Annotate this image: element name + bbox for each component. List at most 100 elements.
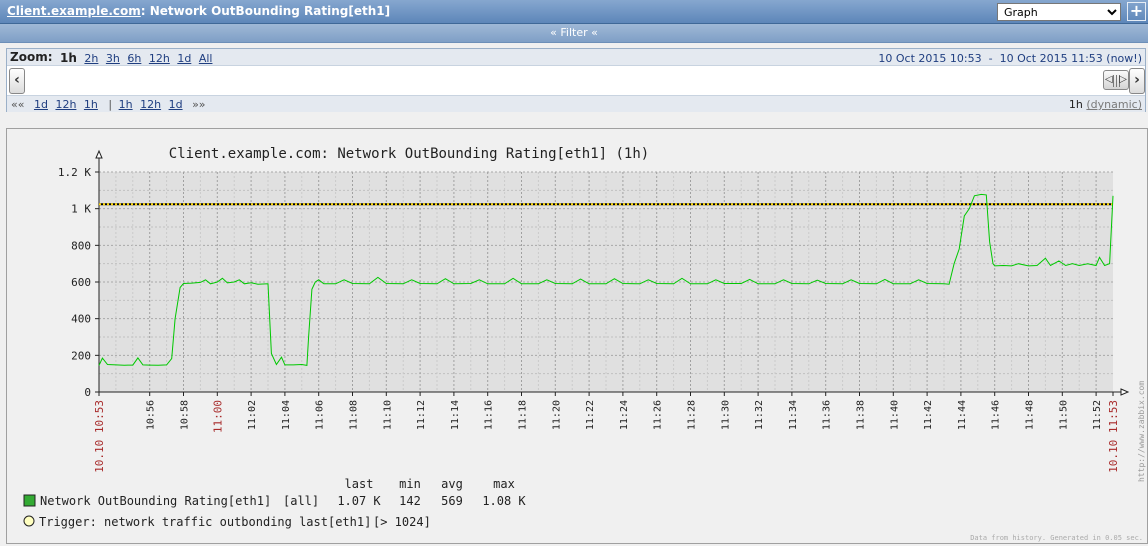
period-length: 1h [1068, 98, 1083, 111]
x-tick-label: 11:44 [957, 400, 968, 430]
scroll-left-button[interactable]: ‹ [9, 68, 25, 94]
x-tick-label: 11:06 [315, 400, 326, 430]
x-tick-label: 10:56 [146, 400, 157, 430]
legend-value-max: 1.08 K [482, 494, 526, 508]
period-range: 10 Oct 2015 10:53 - 10 Oct 2015 11:53 (n… [878, 52, 1142, 65]
page-title: Client.example.com: Network OutBounding … [7, 4, 390, 18]
zoom-row: Zoom: 1h 2h 3h 6h 12h 1d All 10 Oct 2015… [7, 49, 1145, 66]
legend-trigger-label: Trigger: network traffic outbonding last… [39, 515, 371, 529]
back-1h-link[interactable]: 1h [84, 98, 98, 111]
x-tick-label: 11:30 [720, 400, 731, 430]
x-tick-label: 11:16 [484, 400, 495, 430]
x-tick-label: 11:22 [585, 400, 596, 430]
legend-header-last: last [345, 477, 374, 491]
fwd-12h-link[interactable]: 12h [140, 98, 161, 111]
legend-trigger-condition: [> 1024] [373, 515, 431, 529]
zoom-2h[interactable]: 2h [84, 52, 98, 65]
period-from: 10 Oct 2015 10:53 [878, 52, 982, 65]
x-tick-label: 11:08 [349, 400, 360, 430]
zoom-6h[interactable]: 6h [127, 52, 141, 65]
back-12h-link[interactable]: 12h [55, 98, 76, 111]
now-link[interactable]: (now!) [1106, 52, 1142, 65]
y-axis-arrow-icon [95, 149, 103, 159]
legend-series-name: Network OutBounding Rating[eth1] [40, 494, 271, 508]
dynamic-toggle[interactable]: (dynamic) [1086, 98, 1142, 111]
x-tick-label: 11:18 [518, 400, 529, 430]
x-tick-label: 10.10 11:53 [1107, 400, 1120, 473]
x-tick-label: 11:40 [889, 400, 900, 430]
fwd-1h-link[interactable]: 1h [119, 98, 133, 111]
x-tick-label: 11:36 [822, 400, 833, 430]
x-tick-label: 11:28 [687, 400, 698, 430]
x-tick-label: 10.10 10:53 [93, 400, 106, 473]
add-favourite-button[interactable]: + [1127, 2, 1146, 21]
period-to: 10 Oct 2015 11:53 [999, 52, 1103, 65]
zoom-links: 1h 2h 3h 6h 12h 1d All [60, 51, 216, 65]
chevron-right-icon: › [1134, 72, 1140, 88]
period-nav-row: «« 1d 12h 1h | 1h 12h 1d »» 1h (dynamic) [7, 95, 1145, 112]
graph-chart[interactable]: Client.example.com: Network OutBounding … [7, 129, 1147, 543]
title-text: : Network OutBounding Rating[eth1] [140, 4, 391, 18]
x-tick-label: 11:00 [211, 400, 224, 433]
x-tick-label: 11:04 [281, 400, 292, 430]
legend-header-avg: avg [441, 477, 463, 491]
zoom-1d[interactable]: 1d [177, 52, 191, 65]
fwd-1d-link[interactable]: 1d [169, 98, 183, 111]
y-tick-label: 800 [71, 239, 91, 252]
zoom-label: Zoom: [10, 50, 53, 64]
x-tick-label: 11:10 [382, 400, 393, 430]
x-tick-label: 11:26 [653, 400, 664, 430]
x-tick-label: 11:20 [551, 400, 562, 430]
nav-divider: | [108, 98, 113, 111]
legend-trigger-icon [23, 515, 35, 527]
y-axis: 0 200 400 600 800 1 K 1.2 K [58, 149, 103, 399]
y-tick-label: 400 [71, 313, 91, 326]
x-tick-label: 11:38 [856, 400, 867, 430]
y-tick-label: 600 [71, 276, 91, 289]
chevron-left-icon: ‹ [14, 72, 20, 88]
scroll-right-button[interactable]: › [1129, 68, 1145, 94]
x-tick-label: 11:46 [991, 400, 1002, 430]
title-bar: Client.example.com: Network OutBounding … [0, 0, 1148, 24]
x-tick-label: 11:14 [450, 400, 461, 430]
x-tick-label: 11:24 [619, 400, 630, 430]
legend-header-max: max [493, 477, 515, 491]
x-tick-label: 11:50 [1058, 400, 1069, 430]
time-navigator: Zoom: 1h 2h 3h 6h 12h 1d All 10 Oct 2015… [6, 48, 1146, 112]
zoom-3h[interactable]: 3h [106, 52, 120, 65]
period-separator: - [988, 52, 993, 65]
legend-value-avg: 569 [441, 494, 463, 508]
host-link[interactable]: Client.example.com [7, 4, 141, 18]
y-tick-label: 1.2 K [58, 166, 91, 179]
zoom-12h[interactable]: 12h [149, 52, 170, 65]
legend-series-swatch [23, 494, 36, 507]
legend-header-min: min [399, 477, 421, 491]
resize-right-icon[interactable]: ▷ [1119, 74, 1127, 85]
view-select[interactable]: Graph [997, 3, 1121, 21]
graph-panel: Client.example.com: Network OutBounding … [6, 128, 1148, 544]
zoom-1h[interactable]: 1h [60, 51, 77, 65]
resize-left-icon[interactable]: ◁ [1105, 74, 1113, 85]
graph-title: Client.example.com: Network OutBounding … [169, 146, 649, 162]
x-axis: 10.10 10:53 10:56 10:58 11:00 11:02 11:04 11:0… [93, 388, 1130, 473]
back-1d-link[interactable]: 1d [34, 98, 48, 111]
x-tick-label: 10:58 [180, 400, 191, 430]
watermark: http://www.zabbix.com [1137, 381, 1146, 482]
y-tick-label: 0 [84, 386, 91, 399]
legend: last min avg max Network OutBounding Rat… [23, 477, 526, 529]
x-tick-label: 11:34 [788, 400, 799, 430]
graph-footer: Data from history. Generated in 0.05 sec… [970, 534, 1143, 542]
legend-series-func: [all] [283, 494, 319, 508]
x-tick-label: 11:42 [923, 400, 934, 430]
scrollbar-track[interactable]: ‹ ◁ ▷ › [7, 66, 1145, 95]
zoom-all[interactable]: All [199, 52, 213, 65]
filter-toggle[interactable]: « Filter « [0, 24, 1148, 43]
x-tick-label: 11:48 [1025, 400, 1036, 430]
y-tick-label: 200 [71, 349, 91, 362]
legend-value-last: 1.07 K [337, 494, 381, 508]
x-tick-label: 11:52 [1092, 400, 1103, 430]
y-tick-label: 1 K [71, 203, 91, 216]
x-tick-label: 11:02 [247, 400, 258, 430]
scrollbar-handle[interactable]: ◁ ▷ [1103, 70, 1129, 90]
x-tick-label: 11:12 [416, 400, 427, 430]
